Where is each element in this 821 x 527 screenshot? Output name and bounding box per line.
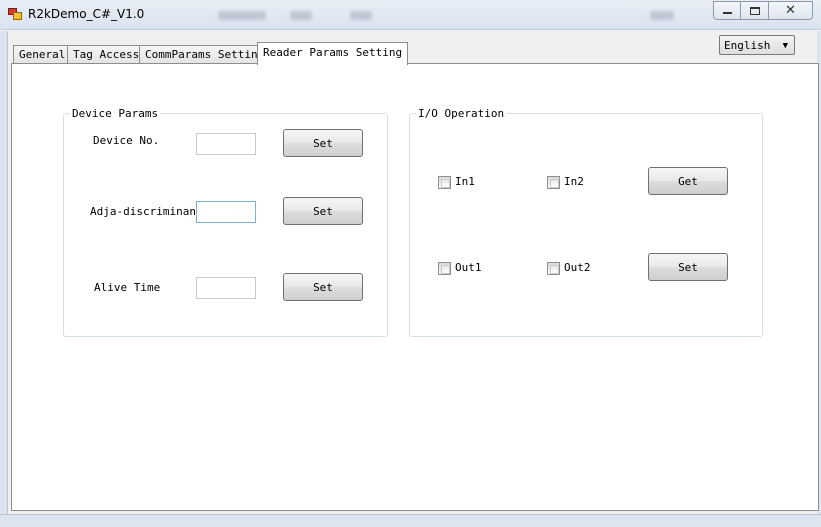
- tab-tag-access[interactable]: Tag Access: [67, 45, 146, 64]
- window-bottom-border: [0, 514, 821, 527]
- language-select[interactable]: English ▼: [719, 35, 795, 55]
- io-operation-legend: I/O Operation: [416, 107, 507, 120]
- alive-time-input[interactable]: [196, 277, 256, 299]
- close-icon: ✕: [785, 3, 796, 18]
- in2-label: In2: [564, 175, 584, 188]
- maximize-icon: [749, 6, 760, 15]
- in2-checkbox[interactable]: [547, 176, 560, 189]
- io-get-button[interactable]: Get: [648, 167, 728, 195]
- out1-label: Out1: [455, 261, 482, 274]
- language-select-value: English: [724, 39, 771, 52]
- minimize-button[interactable]: [713, 1, 741, 20]
- io-operation-group: I/O Operation: [409, 107, 763, 337]
- device-no-label: Device No.: [93, 134, 160, 147]
- in1-checkbox[interactable]: [438, 176, 451, 189]
- device-params-legend: Device Params: [70, 107, 161, 120]
- out2-label: Out2: [564, 261, 591, 274]
- out1-checkbox[interactable]: [438, 262, 451, 275]
- in1-label: In1: [455, 175, 475, 188]
- adja-discriminant-set-button[interactable]: Set: [283, 197, 363, 225]
- window-title: R2kDemo_C#_V1.0: [28, 7, 145, 21]
- minimize-icon: [722, 11, 732, 14]
- device-no-input[interactable]: [196, 133, 256, 155]
- adja-discriminant-label: Adja-discriminant: [90, 205, 203, 218]
- tab-general[interactable]: General: [13, 45, 72, 64]
- app-icon: [8, 8, 22, 20]
- device-no-set-button[interactable]: Set: [283, 129, 363, 157]
- alive-time-set-button[interactable]: Set: [283, 273, 363, 301]
- tab-commparams-setting[interactable]: CommParams Setting: [139, 45, 271, 64]
- adja-discriminant-input[interactable]: [196, 201, 256, 223]
- window-left-border: [0, 31, 8, 527]
- out2-checkbox[interactable]: [547, 262, 560, 275]
- close-button[interactable]: ✕: [769, 1, 813, 20]
- window-controls: ✕: [713, 1, 813, 21]
- title-bar: R2kDemo_C#_V1.0 ✕: [0, 0, 821, 30]
- tab-reader-params-setting[interactable]: Reader Params Setting: [257, 42, 409, 65]
- io-set-button[interactable]: Set: [648, 253, 728, 281]
- alive-time-label: Alive Time: [94, 281, 161, 294]
- maximize-button[interactable]: [741, 1, 769, 20]
- chevron-down-icon: ▼: [782, 41, 788, 51]
